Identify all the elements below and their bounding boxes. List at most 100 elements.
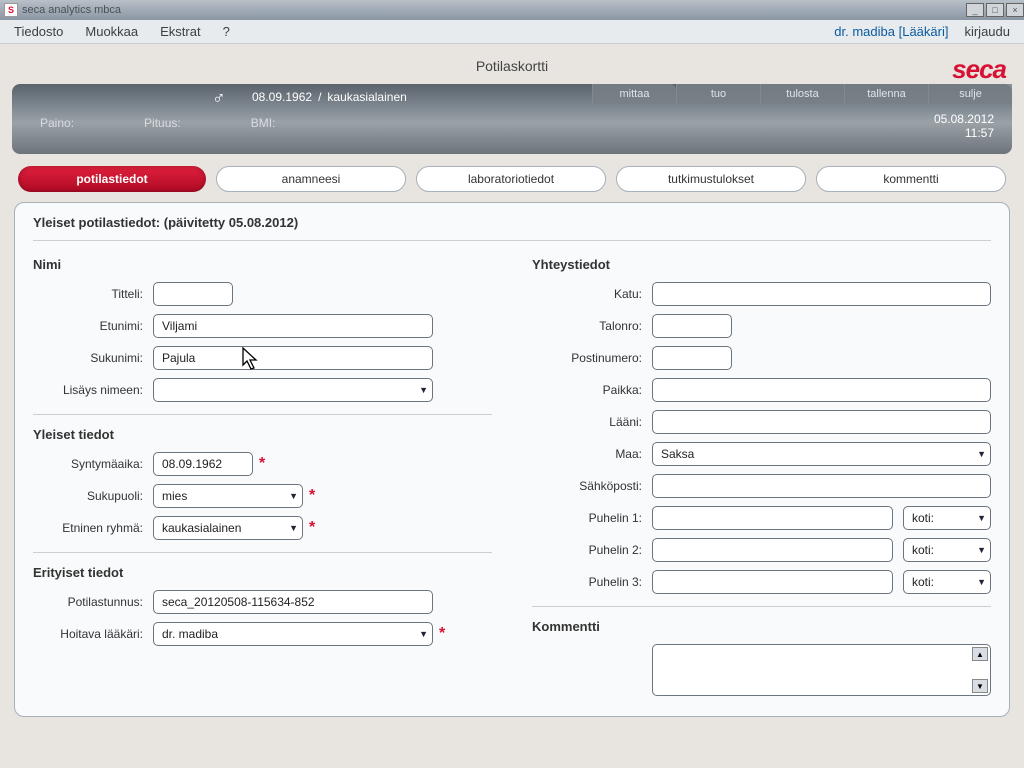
name-section-header: Nimi	[33, 257, 492, 272]
chevron-down-icon: ▼	[419, 629, 428, 639]
brand-logo: seca	[952, 54, 1006, 85]
gender-male-icon: ♂	[212, 88, 226, 109]
street-input[interactable]	[652, 282, 991, 306]
height-label: Pituus:	[144, 116, 181, 130]
pid-input[interactable]	[153, 590, 433, 614]
banner-dob: 08.09.1962	[252, 90, 312, 104]
menu-file[interactable]: Tiedosto	[14, 24, 63, 39]
print-button[interactable]: tulosta	[760, 84, 844, 104]
chevron-down-icon: ▼	[977, 513, 986, 523]
logout-link[interactable]: kirjaudu	[964, 24, 1010, 39]
page-title-row: Potilaskortti seca	[12, 44, 1012, 84]
chevron-down-icon: ▼	[419, 385, 428, 395]
required-marker: *	[439, 625, 445, 643]
banner-actions: mittaa tuo tulosta tallenna sulje	[592, 84, 1012, 104]
phone3-input[interactable]	[652, 570, 893, 594]
chevron-down-icon: ▼	[977, 449, 986, 459]
state-input[interactable]	[652, 410, 991, 434]
phone3-label: Puhelin 3:	[532, 575, 652, 589]
email-input[interactable]	[652, 474, 991, 498]
suffix-select[interactable]: ▼	[153, 378, 433, 402]
title-bar: S seca analytics mbca _ □ ×	[0, 0, 1024, 20]
app-icon: S	[4, 3, 18, 17]
save-button[interactable]: tallenna	[844, 84, 928, 104]
menu-extras[interactable]: Ekstrat	[160, 24, 200, 39]
email-label: Sähköposti:	[532, 479, 652, 493]
pid-label: Potilastunnus:	[33, 595, 153, 609]
gender-label: Sukupuoli:	[33, 489, 153, 503]
suffix-label: Lisäys nimeen:	[33, 383, 153, 397]
left-column: Nimi Titteli: Etunimi: Sukunimi: Lisäys …	[33, 251, 492, 704]
banner-date: 05.08.2012	[934, 112, 994, 126]
tab-lab[interactable]: laboratoriotiedot	[416, 166, 606, 192]
chevron-down-icon: ▼	[289, 523, 298, 533]
city-input[interactable]	[652, 378, 991, 402]
weight-label: Paino:	[40, 116, 74, 130]
state-label: Lääni:	[532, 415, 652, 429]
lastname-label: Sukunimi:	[33, 351, 153, 365]
close-window-button[interactable]: ×	[1006, 3, 1024, 17]
required-marker: *	[309, 487, 315, 505]
tab-patient-data[interactable]: potilastiedot	[18, 166, 206, 192]
phone3-type-select[interactable]: koti:▼	[903, 570, 991, 594]
firstname-input[interactable]	[153, 314, 433, 338]
menu-help[interactable]: ?	[223, 24, 230, 39]
comment-section-header: Kommentti	[532, 619, 991, 634]
page-title: Potilaskortti	[476, 58, 548, 74]
houseno-input[interactable]	[652, 314, 732, 338]
gender-select[interactable]: mies▼	[153, 484, 303, 508]
country-label: Maa:	[532, 447, 652, 461]
comment-textarea[interactable]: ▲ ▼	[652, 644, 991, 696]
close-button[interactable]: sulje	[928, 84, 1012, 104]
banner-sep: /	[318, 90, 321, 104]
phone2-input[interactable]	[652, 538, 893, 562]
contact-section-header: Yhteystiedot	[532, 257, 991, 272]
phone1-type-select[interactable]: koti:▼	[903, 506, 991, 530]
bmi-label: BMI:	[251, 116, 276, 130]
patient-panel: Yleiset potilastiedot: (päivitetty 05.08…	[14, 202, 1010, 717]
title-input[interactable]	[153, 282, 233, 306]
lastname-input[interactable]	[153, 346, 433, 370]
import-button[interactable]: tuo	[676, 84, 760, 104]
zip-label: Postinumero:	[532, 351, 652, 365]
menu-edit[interactable]: Muokkaa	[85, 24, 138, 39]
patient-banner: mittaa tuo tulosta tallenna sulje ♂ 08.0…	[12, 84, 1012, 154]
doctor-label: Hoitava lääkäri:	[33, 627, 153, 641]
dob-input[interactable]	[153, 452, 253, 476]
required-marker: *	[309, 519, 315, 537]
ethnic-select[interactable]: kaukasialainen▼	[153, 516, 303, 540]
phone2-type-select[interactable]: koti:▼	[903, 538, 991, 562]
title-label: Titteli:	[33, 287, 153, 301]
banner-ethnicity: kaukasialainen	[327, 90, 406, 104]
zip-input[interactable]	[652, 346, 732, 370]
panel-heading: Yleiset potilastiedot: (päivitetty 05.08…	[33, 215, 991, 241]
tab-comment[interactable]: kommentti	[816, 166, 1006, 192]
chevron-down-icon: ▼	[977, 545, 986, 555]
measure-button[interactable]: mittaa	[592, 84, 676, 104]
street-label: Katu:	[532, 287, 652, 301]
dob-label: Syntymäaika:	[33, 457, 153, 471]
banner-time: 11:57	[934, 126, 994, 140]
right-column: Yhteystiedot Katu: Talonro: Postinumero:…	[532, 251, 991, 704]
doctor-select[interactable]: dr. madiba▼	[153, 622, 433, 646]
maximize-button[interactable]: □	[986, 3, 1004, 17]
minimize-button[interactable]: _	[966, 3, 984, 17]
chevron-down-icon: ▼	[977, 577, 986, 587]
scroll-down-icon[interactable]: ▼	[972, 679, 988, 693]
tab-history[interactable]: anamneesi	[216, 166, 406, 192]
firstname-label: Etunimi:	[33, 319, 153, 333]
chevron-down-icon: ▼	[289, 491, 298, 501]
window-title: seca analytics mbca	[22, 4, 121, 16]
tab-bar: potilastiedot anamneesi laboratoriotiedo…	[18, 166, 1006, 192]
phone1-input[interactable]	[652, 506, 893, 530]
city-label: Paikka:	[532, 383, 652, 397]
ethnic-label: Etninen ryhmä:	[33, 521, 153, 535]
general-section-header: Yleiset tiedot	[33, 427, 492, 442]
user-label[interactable]: dr. madiba [Lääkäri]	[834, 24, 948, 39]
houseno-label: Talonro:	[532, 319, 652, 333]
special-section-header: Erityiset tiedot	[33, 565, 492, 580]
phone2-label: Puhelin 2:	[532, 543, 652, 557]
scroll-up-icon[interactable]: ▲	[972, 647, 988, 661]
tab-results[interactable]: tutkimustulokset	[616, 166, 806, 192]
country-select[interactable]: Saksa▼	[652, 442, 991, 466]
